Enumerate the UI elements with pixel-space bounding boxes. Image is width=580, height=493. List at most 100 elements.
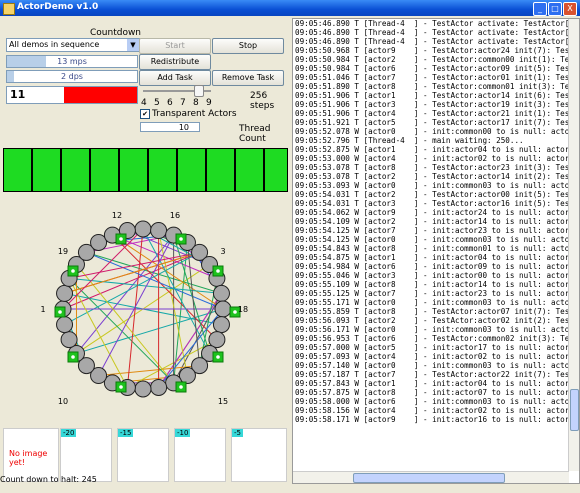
- log-line: 09:05:50.984 T [actor6 ] - TestActor:act…: [295, 64, 580, 73]
- remove-task-button[interactable]: Remove Task: [212, 70, 284, 86]
- thread-indicator: [206, 148, 235, 192]
- close-button[interactable]: X: [563, 2, 577, 16]
- slider-tick-label: 8: [193, 98, 199, 108]
- slider-tick-label: 9: [206, 98, 212, 108]
- log-line: 09:05:55.859 T [actor8 ] - TestActor:act…: [295, 307, 580, 316]
- log-line: 09:05:56.171 W [actor0 ] - init:common03…: [295, 325, 579, 334]
- actor-node: [56, 284, 74, 302]
- task-node-dot: [119, 385, 123, 389]
- title-bar: ActorDemo v1.0 _ □ X: [0, 0, 580, 16]
- log-line: 09:05:57.000 W [actor5 ] - init:actor17 …: [295, 343, 574, 352]
- log-line: 09:05:57.187 T [actor7 ] - TestActor:act…: [295, 370, 580, 379]
- task-node-dot: [119, 237, 123, 241]
- no-image-text: No image yet!: [9, 449, 48, 467]
- steps-slider[interactable]: [143, 85, 211, 97]
- thread-count-value: 10: [178, 123, 189, 132]
- log-line: 09:05:53.000 W [actor4 ] - init:actor02 …: [295, 154, 574, 163]
- slider-thumb[interactable]: [194, 85, 205, 97]
- actor-node: [212, 284, 230, 302]
- slider-tick-label: 7: [180, 98, 186, 108]
- log-line: 09:05:46.890 T [Thread-4 ] - TestActor a…: [295, 28, 580, 37]
- window-title: ActorDemo v1.0: [17, 2, 99, 12]
- vertical-scroll-thumb[interactable]: [570, 389, 579, 431]
- thread-count-label: Thread Count: [239, 124, 271, 144]
- log-line: 09:05:54.875 W [actor1 ] - init:actor04 …: [295, 253, 574, 262]
- steps-label: 256 steps: [250, 91, 275, 111]
- task-node-dot: [179, 385, 183, 389]
- task-node-dot: [216, 269, 220, 273]
- log-line: 09:05:52.796 T [Thread-4 ] - main waitin…: [295, 136, 524, 145]
- log-line: 09:05:54.843 W [actor8 ] - init:common01…: [295, 244, 579, 253]
- snapshot-label: -5: [232, 429, 243, 437]
- thread-indicator: [61, 148, 90, 192]
- task-node-dot: [58, 310, 62, 314]
- log-line: 09:05:54.109 W [actor2 ] - init:actor14 …: [295, 217, 574, 226]
- log-lines: 09:05:46.890 T [Thread-4 ] - TestActor a…: [293, 19, 579, 424]
- horizontal-scrollbar[interactable]: [293, 471, 569, 483]
- slider-tick-label: 6: [167, 98, 173, 108]
- transparent-checkbox[interactable]: ✔: [140, 109, 150, 119]
- stop-button[interactable]: Stop: [212, 38, 284, 54]
- snapshot-label: -10: [175, 429, 191, 437]
- countdown-value: 11: [10, 88, 26, 101]
- snapshot: -10: [174, 428, 226, 482]
- actor-node: [212, 316, 230, 334]
- actor-node: [56, 316, 74, 334]
- log-line: 09:05:52.078 W [actor0 ] - init:common00…: [295, 127, 579, 136]
- dps-bar: 2 dps: [6, 70, 138, 83]
- task-node-dot: [71, 269, 75, 273]
- demo-select-value: All demos in sequence: [9, 40, 100, 49]
- log-line: 09:05:56.953 T [actor6 ] - TestActor:com…: [295, 334, 580, 343]
- snapshot: -20: [60, 428, 112, 482]
- graph-label: 1: [40, 305, 45, 314]
- log-line: 09:05:51.906 T [actor3 ] - TestActor:act…: [295, 100, 580, 109]
- status-bar: Count down to halt: 245: [0, 475, 97, 484]
- log-line: 09:05:50.984 T [actor2 ] - TestActor:com…: [295, 55, 580, 64]
- log-line: 09:05:51.906 T [actor1 ] - TestActor:act…: [295, 91, 580, 100]
- slider-tick-label: 5: [154, 98, 160, 108]
- horizontal-scroll-thumb[interactable]: [353, 473, 505, 483]
- add-task-button[interactable]: Add Task: [139, 70, 211, 86]
- log-line: 09:05:52.875 W [actor1 ] - init:actor04 …: [295, 145, 574, 154]
- log-line: 09:05:55.109 W [actor8 ] - init:actor14 …: [295, 280, 574, 289]
- log-line: 09:05:54.062 W [actor9 ] - init:actor24 …: [295, 208, 574, 217]
- actor-node: [134, 220, 152, 238]
- log-line: 09:05:54.031 T [actor3 ] - TestActor:act…: [295, 199, 580, 208]
- log-line: 09:05:57.093 W [actor4 ] - init:actor02 …: [295, 352, 574, 361]
- log-line: 09:05:57.843 W [actor1 ] - init:actor04 …: [295, 379, 574, 388]
- task-node-dot: [233, 310, 237, 314]
- log-line: 09:05:55.046 W [actor3 ] - init:actor00 …: [295, 271, 574, 280]
- thread-indicator: [3, 148, 32, 192]
- vertical-scrollbar[interactable]: [568, 19, 579, 471]
- actor-node: [60, 331, 78, 349]
- log-line: 09:05:58.156 W [actor4 ] - init:actor02 …: [295, 406, 574, 415]
- snapshot: -5: [231, 428, 287, 482]
- log-line: 09:05:51.046 T [actor7 ] - TestActor:act…: [295, 73, 580, 82]
- mps-value: 13 mps: [57, 57, 87, 66]
- minimize-button[interactable]: _: [533, 2, 547, 16]
- thread-count-spinner[interactable]: 10: [140, 122, 200, 132]
- start-button[interactable]: Start: [139, 38, 211, 54]
- log-line: 09:05:51.890 T [actor8 ] - TestActor:com…: [295, 82, 580, 91]
- redistribute-button[interactable]: Redistribute: [139, 54, 211, 70]
- log-line: 09:05:54.125 W [actor7 ] - init:actor23 …: [295, 226, 574, 235]
- thread-indicator: [264, 148, 288, 192]
- log-line: 09:05:56.093 T [actor2 ] - TestActor:act…: [295, 316, 580, 325]
- actor-node: [214, 300, 232, 318]
- chevron-down-icon[interactable]: ▼: [127, 39, 139, 51]
- log-line: 09:05:54.031 T [actor2 ] - TestActor:act…: [295, 190, 580, 199]
- app-icon: [3, 3, 15, 15]
- dps-value: 2 dps: [61, 72, 83, 81]
- thread-indicator: [177, 148, 206, 192]
- demo-select[interactable]: All demos in sequence ▼: [6, 38, 140, 52]
- graph-label: 12: [112, 211, 122, 220]
- transparent-label: Transparent Actors: [152, 109, 237, 119]
- log-panel[interactable]: 09:05:46.890 T [Thread-4 ] - TestActor a…: [292, 18, 580, 484]
- log-line: 09:05:58.171 W [actor9 ] - init:actor16 …: [295, 415, 574, 424]
- thread-indicator: [90, 148, 119, 192]
- maximize-button[interactable]: □: [548, 2, 562, 16]
- link-line: [186, 242, 201, 366]
- log-line: 09:05:53.078 T [actor8 ] - TestActor:act…: [295, 163, 580, 172]
- snapshot-label: -15: [118, 429, 134, 437]
- task-node-dot: [216, 355, 220, 359]
